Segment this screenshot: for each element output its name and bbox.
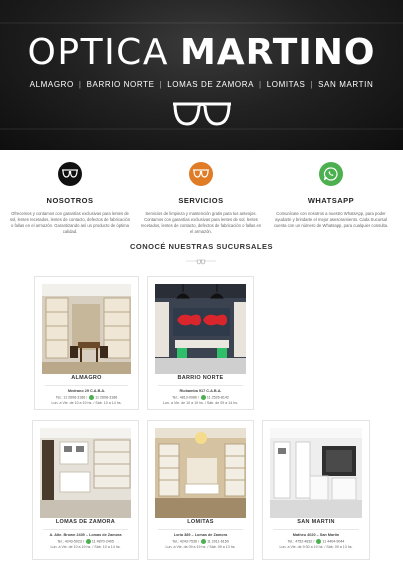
nav-item-almagro[interactable]: ALMAGRO bbox=[30, 80, 74, 89]
branch-card-lomitas[interactable]: LOMITAS Loria 389 – Lomas de Zamora Tel.… bbox=[147, 420, 254, 560]
nav-separator: | bbox=[159, 80, 163, 89]
feature-icon-circle bbox=[58, 162, 82, 186]
branch-phone[interactable]: Tel.: 4752-4832 bbox=[288, 539, 313, 543]
nav-item-barrio-norte[interactable]: BARRIO NORTE bbox=[87, 80, 155, 89]
nav-separator: | bbox=[78, 80, 82, 89]
whatsapp-icon bbox=[201, 539, 207, 544]
whatsapp-icon bbox=[85, 539, 91, 544]
card-divider bbox=[45, 385, 128, 386]
feature-icon-circle bbox=[189, 162, 213, 186]
feature-text: Comunícate con nosotros a nuestro WhatsA… bbox=[273, 211, 389, 228]
feature-nosotros: NOSOTROS Ofrecemos y contamos con garant… bbox=[5, 162, 135, 235]
branch-phones: Tel.: 4243-7536 / 11 2011-6150 bbox=[172, 539, 229, 544]
branch-hours: Lun. a Vie. de 10 a 19 hs. / Sáb. 10 a 1… bbox=[51, 401, 122, 405]
branch-phones: Tel.: 11 2608-3186 / 11 2608-3186 bbox=[55, 395, 118, 400]
branch-phones: Tel.: 4813-0986 / 11 2526-8142 bbox=[172, 395, 229, 400]
branch-name: BARRIO NORTE bbox=[177, 375, 224, 381]
branch-name: LOMAS DE ZAMORA bbox=[55, 519, 116, 525]
hero-shelf-line bbox=[0, 22, 403, 24]
branch-name: ALMAGRO bbox=[71, 375, 102, 381]
branch-whatsapp[interactable]: 11 2608-3186 bbox=[95, 395, 117, 399]
branch-name: SAN MARTIN bbox=[297, 519, 335, 525]
branch-address: Matheu 4020 – San Martin bbox=[292, 533, 340, 537]
whatsapp-icon bbox=[316, 539, 322, 544]
branch-card-almagro[interactable]: ALMAGRO Medrano 29 C.A.B.A. Tel.: 11 260… bbox=[34, 276, 139, 410]
branch-card-san-martin[interactable]: SAN MARTIN Matheu 4020 – San Martin Tel.… bbox=[262, 420, 370, 560]
branch-nav: ALMAGRO | BARRIO NORTE | LOMAS DE ZAMORA | LOM… bbox=[0, 80, 403, 89]
branch-photo bbox=[40, 428, 131, 518]
branch-hours: Lun. a Vie. de 10 a 19 hs. / Sáb. de 09 … bbox=[162, 401, 239, 405]
branch-address: A. Alte. Brown 2439 – Lomas de Zamora bbox=[49, 533, 122, 537]
hero-shelf-line bbox=[0, 128, 403, 130]
branch-address: Loria 389 – Lomas de Zamora bbox=[173, 533, 228, 537]
branch-photo bbox=[155, 284, 246, 374]
nav-item-san-martin[interactable]: SAN MARTIN bbox=[318, 80, 373, 89]
whatsapp-icon bbox=[200, 395, 206, 400]
branch-photo bbox=[155, 428, 246, 518]
branch-hours: Lun. a Vie. de 9:30 a 19 hs. / Sáb. 09 a… bbox=[279, 545, 353, 549]
branch-phone[interactable]: Tel.: 4813-0986 bbox=[172, 395, 197, 399]
card-divider bbox=[158, 385, 243, 386]
whatsapp-icon bbox=[323, 167, 338, 181]
feature-title: SERVICIOS bbox=[178, 196, 224, 205]
branch-name: LOMITAS bbox=[187, 519, 214, 525]
hero-banner: OPTICA MARTINO ALMAGRO | BARRIO NORTE | LOMA… bbox=[0, 0, 403, 150]
branch-phones: Tel.: 4243-5023 / 11 4870-2405 bbox=[57, 539, 114, 544]
branch-phone[interactable]: Tel.: 11 2608-3186 bbox=[56, 395, 86, 399]
feature-icon-circle[interactable] bbox=[319, 162, 343, 186]
nav-separator: | bbox=[310, 80, 314, 89]
branch-phones: Tel.: 4752-4832 / 11 4404-9044 bbox=[287, 539, 345, 544]
feature-whatsapp: WHATSAPP Comunícate con nosotros a nuest… bbox=[266, 162, 396, 229]
feature-title: NOSOTROS bbox=[46, 196, 94, 205]
glasses-icon bbox=[62, 169, 78, 178]
branch-address: Riobamba 917 C.A.B.A. bbox=[179, 389, 222, 393]
branch-address: Medrano 29 C.A.B.A. bbox=[67, 389, 106, 393]
card-divider bbox=[273, 529, 359, 530]
feature-text: Servicios de limpieza y mantención grati… bbox=[140, 211, 262, 234]
branch-whatsapp[interactable]: 11 2011-6150 bbox=[207, 539, 229, 543]
brand-title-bold: MARTINO bbox=[179, 32, 376, 73]
branch-card-lomas-de-zamora[interactable]: LOMAS DE ZAMORA A. Alte. Brown 2439 – Lo… bbox=[32, 420, 139, 560]
whatsapp-icon bbox=[89, 395, 95, 400]
feature-text: Ofrecemos y contamos con garantías exclu… bbox=[9, 211, 131, 234]
features-section: NOSOTROS Ofrecemos y contamos con garant… bbox=[0, 150, 403, 240]
branch-phone[interactable]: Tel.: 4243-5023 bbox=[57, 539, 82, 543]
nav-item-lomitas[interactable]: LOMITAS bbox=[267, 80, 306, 89]
branch-whatsapp[interactable]: 11 4870-2405 bbox=[92, 539, 114, 543]
branch-photo bbox=[42, 284, 131, 374]
brand-title-light: OPTICA bbox=[27, 32, 169, 73]
branch-hours: Lun. a Vie. de 10 a 19 hs. / Sáb. 10 a 1… bbox=[50, 545, 121, 549]
card-divider bbox=[43, 529, 128, 530]
branch-card-barrio-norte[interactable]: BARRIO NORTE Riobamba 917 C.A.B.A. Tel.:… bbox=[147, 276, 254, 410]
branches-section-title: CONOCÉ NUESTRAS SUCURSALES bbox=[129, 242, 273, 251]
feature-servicios: SERVICIOS Servicios de limpieza y manten… bbox=[136, 162, 266, 235]
card-divider bbox=[158, 529, 243, 530]
branch-whatsapp[interactable]: 11 4404-9044 bbox=[322, 539, 344, 543]
branch-hours: Lun. a Vie. de 09 a 19 hs. / Sáb. 09 a 1… bbox=[165, 545, 236, 549]
nav-item-lomas-de-zamora[interactable]: LOMAS DE ZAMORA bbox=[167, 80, 254, 89]
brand-title: OPTICA MARTINO bbox=[0, 32, 403, 73]
divider-glasses-icon bbox=[186, 259, 216, 265]
branch-photo bbox=[270, 428, 362, 518]
glasses-icon bbox=[193, 169, 209, 178]
branch-phone[interactable]: Tel.: 4243-7536 bbox=[172, 539, 197, 543]
nav-separator: | bbox=[259, 80, 262, 89]
glasses-logo-icon bbox=[173, 102, 231, 126]
branch-whatsapp[interactable]: 11 2526-8142 bbox=[207, 395, 229, 399]
feature-title: WHATSAPP bbox=[307, 196, 355, 205]
